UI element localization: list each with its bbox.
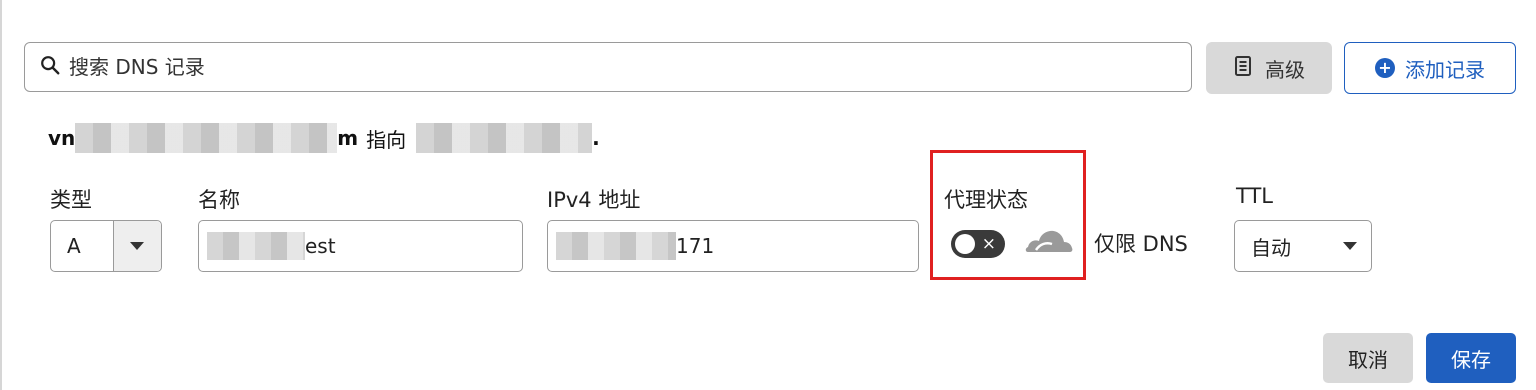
- advanced-button[interactable]: 高级: [1206, 42, 1332, 94]
- search-icon: [39, 54, 61, 80]
- advanced-label: 高级: [1265, 57, 1305, 82]
- record-summary: vn m 指向 .: [48, 122, 600, 154]
- redacted-domain: [75, 123, 338, 153]
- add-record-label: 添加记录: [1405, 57, 1485, 82]
- proxy-status-highlight: [930, 150, 1086, 280]
- ipv4-label: IPv4 地址: [547, 188, 641, 212]
- cancel-button[interactable]: 取消: [1323, 333, 1413, 383]
- cloud-icon: [1022, 222, 1074, 254]
- toggle-knob: [955, 234, 975, 254]
- ipv4-value: 171: [676, 234, 715, 258]
- type-label: 类型: [50, 188, 92, 212]
- ttl-value: 自动: [1251, 235, 1291, 260]
- redacted-ip: [556, 232, 676, 260]
- name-label: 名称: [198, 188, 240, 212]
- search-input[interactable]: [67, 54, 1191, 80]
- name-input[interactable]: est: [198, 220, 523, 272]
- type-dropdown-toggle[interactable]: [112, 221, 161, 271]
- type-value: A: [67, 234, 81, 258]
- ttl-label: TTL: [1236, 184, 1273, 208]
- left-border: [0, 0, 2, 390]
- summary-tail: .: [592, 126, 600, 150]
- toggle-off-symbol: ×: [981, 234, 996, 254]
- summary-suffix: m: [337, 126, 359, 150]
- chevron-down-icon: [130, 242, 145, 250]
- summary-points-to: 指向: [366, 127, 407, 152]
- document-icon: [1233, 55, 1253, 82]
- chevron-down-icon: [1343, 242, 1357, 250]
- summary-prefix: vn: [48, 126, 76, 150]
- search-bar[interactable]: [24, 42, 1192, 92]
- redacted-name: [207, 232, 305, 260]
- ttl-select[interactable]: 自动: [1234, 220, 1372, 272]
- proxy-toggle[interactable]: ×: [951, 230, 1005, 258]
- save-button[interactable]: 保存: [1426, 333, 1516, 383]
- ipv4-input[interactable]: 171: [547, 220, 919, 272]
- plus-circle-icon: +: [1375, 58, 1395, 78]
- proxy-mode-text: 仅限 DNS: [1094, 232, 1188, 256]
- type-select[interactable]: A: [50, 220, 162, 272]
- redacted-target: [416, 123, 593, 153]
- add-record-button[interactable]: + 添加记录: [1344, 42, 1516, 94]
- name-value: est: [305, 234, 336, 258]
